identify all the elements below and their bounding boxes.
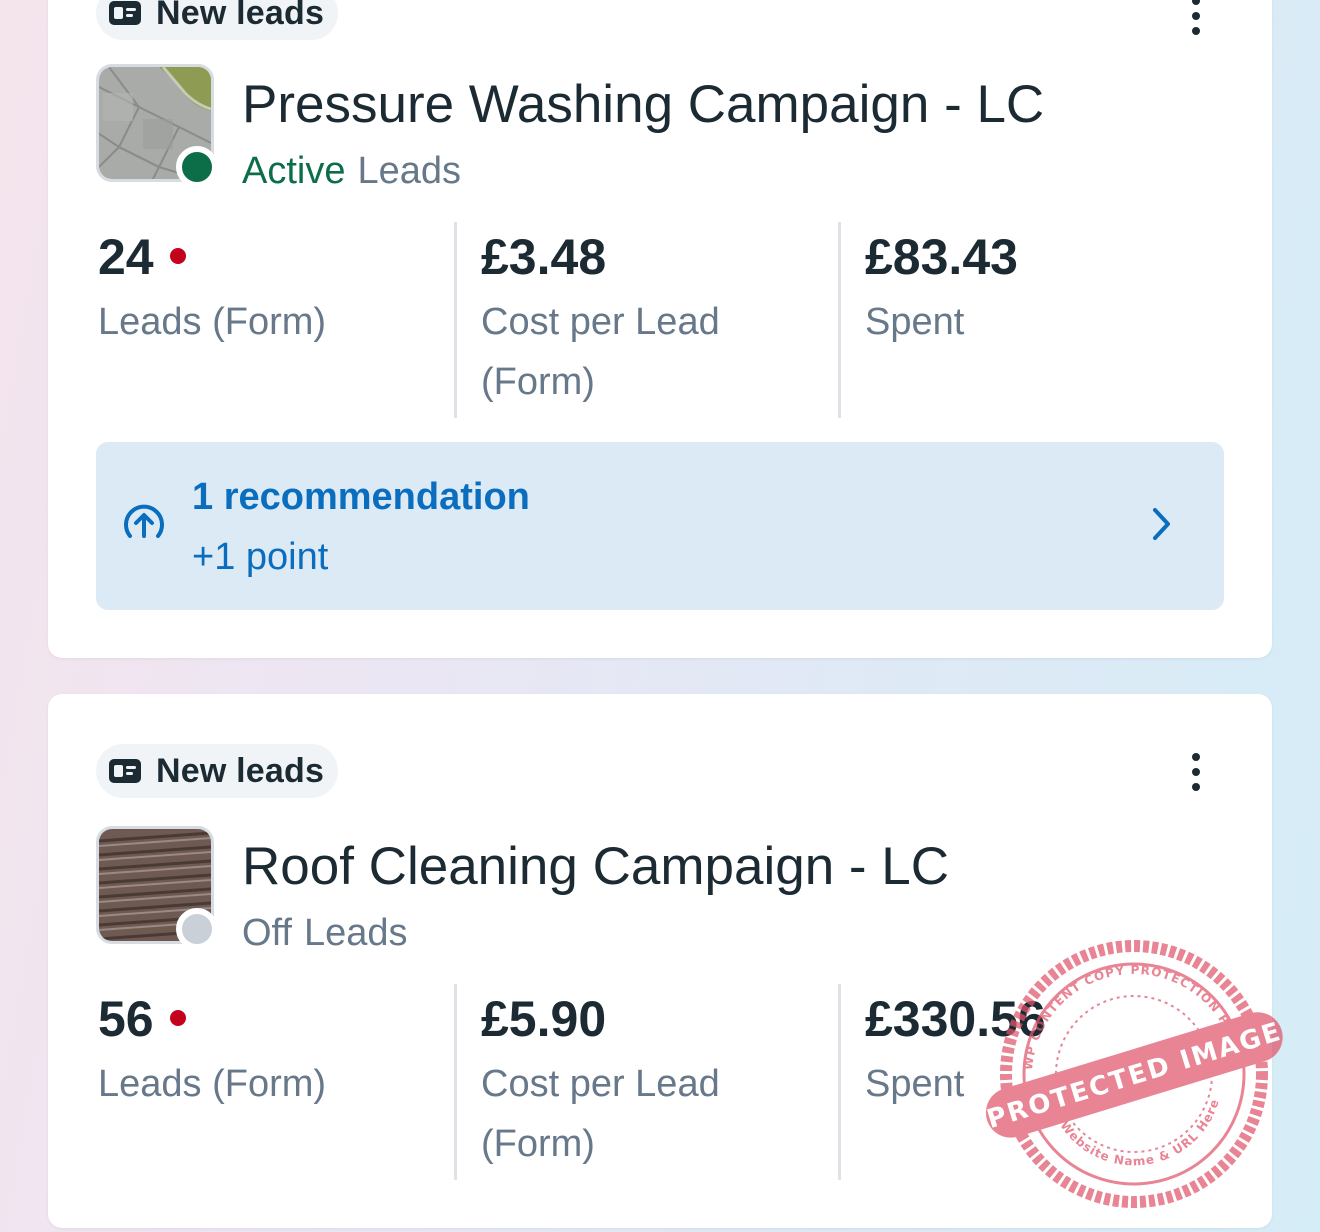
metric-spent: £330.56 Spent [838, 984, 1218, 1180]
more-options-icon[interactable] [1182, 746, 1210, 798]
campaign-card-pressure-washing[interactable]: New leads Pressure Washing Campaign - LC… [48, 0, 1272, 658]
metrics-row: 24 Leads (Form) £3.48 Cost per Lead (For… [48, 222, 1272, 418]
campaign-status-line: Off Leads [242, 912, 408, 955]
more-options-icon[interactable] [1182, 0, 1210, 42]
metric-label: Spent [865, 301, 965, 343]
metric-label: Cost per Lead (Form) [481, 1063, 720, 1165]
new-leads-chip[interactable]: New leads [96, 744, 339, 798]
new-indicator-dot [169, 248, 186, 264]
metric-value: 24 [98, 229, 154, 285]
objective-label: Leads [304, 912, 408, 954]
metrics-row: 56 Leads (Form) £5.90 Cost per Lead (For… [48, 984, 1272, 1180]
recommendation-points: +1 point [192, 536, 329, 578]
chevron-right-icon[interactable] [1146, 504, 1176, 544]
new-indicator-dot [169, 1010, 186, 1026]
chip-label: New leads [156, 751, 325, 790]
metric-value: £5.90 [481, 991, 607, 1047]
metric-spent: £83.43 Spent [838, 222, 1218, 418]
objective-label: Leads [357, 150, 462, 192]
id-card-icon [108, 758, 142, 784]
metric-label: Leads (Form) [98, 1063, 327, 1105]
id-card-icon [108, 0, 142, 26]
status-dot-off [176, 908, 218, 950]
metric-leads: 24 Leads (Form) [98, 222, 454, 418]
metric-cost-per-lead: £3.48 Cost per Lead (Form) [454, 222, 838, 418]
metric-value: £330.56 [865, 991, 1046, 1047]
status-label: Active [242, 150, 346, 192]
metric-label: Cost per Lead (Form) [481, 301, 720, 403]
recommendation-title: 1 recommendation [192, 476, 530, 518]
status-dot-active [176, 146, 218, 188]
recommendation-banner[interactable]: 1 recommendation +1 point [96, 442, 1224, 610]
metric-value: £3.48 [481, 229, 607, 285]
chip-label: New leads [156, 0, 325, 32]
metric-value: £83.43 [865, 229, 1018, 285]
metric-value: 56 [98, 991, 154, 1047]
metric-leads: 56 Leads (Form) [98, 984, 454, 1180]
metric-label: Leads (Form) [98, 301, 327, 343]
status-label: Off [242, 912, 292, 954]
campaign-title[interactable]: Pressure Washing Campaign - LC [242, 74, 1044, 135]
campaign-card-roof-cleaning[interactable]: New leads Roof Cleaning Campaign - LC Of… [48, 694, 1272, 1228]
new-leads-chip[interactable]: New leads [96, 0, 339, 40]
metric-label: Spent [865, 1063, 965, 1105]
campaign-status-line: Active Leads [242, 150, 461, 193]
campaign-title[interactable]: Roof Cleaning Campaign - LC [242, 836, 949, 897]
metric-cost-per-lead: £5.90 Cost per Lead (Form) [454, 984, 838, 1180]
arrow-up-circle-icon [120, 500, 168, 548]
